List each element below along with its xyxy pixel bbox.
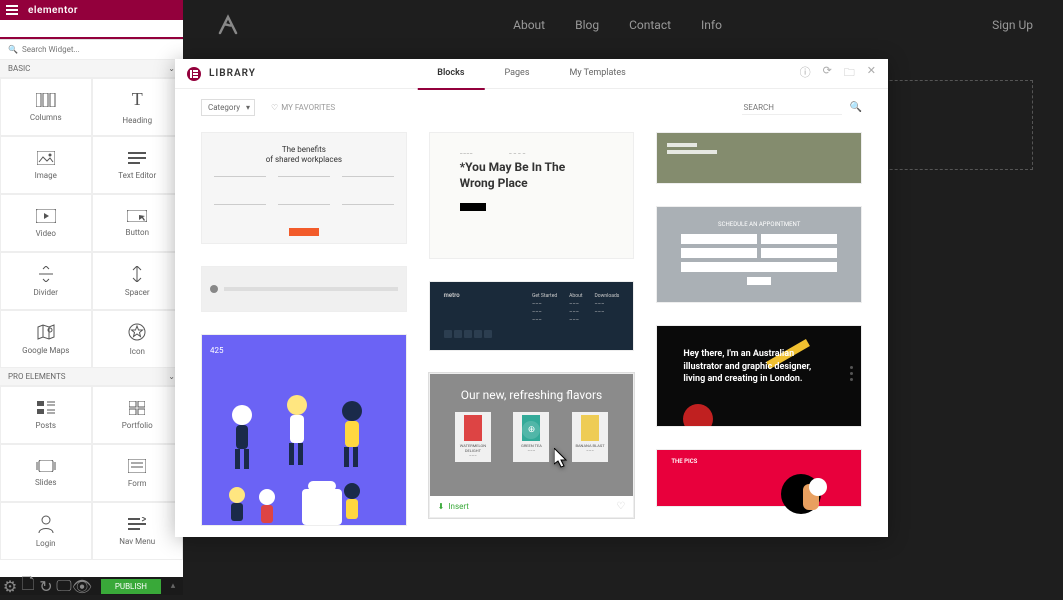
columns-icon [36, 93, 56, 107]
divider-icon [37, 266, 55, 282]
site-header: About Blog Contact Info Sign Up [183, 0, 1063, 50]
posts-icon [37, 401, 55, 415]
widget-form[interactable]: Form [92, 444, 184, 502]
widget-divider[interactable]: Divider [0, 252, 92, 310]
section-pro[interactable]: PRO ELEMENTS⌄ [0, 368, 183, 386]
template-card[interactable]: 425 [201, 334, 407, 526]
widget-slides[interactable]: Slides [0, 444, 92, 502]
template-card-hovered[interactable]: Our new, refreshing flavors WATERMELON D… [429, 373, 635, 518]
navigator-icon[interactable]: 🗋 [22, 580, 34, 592]
text-editor-icon [128, 151, 146, 165]
widget-icon[interactable]: Icon [92, 310, 184, 368]
button-icon [127, 210, 147, 222]
import-icon[interactable]: ⓘ [800, 64, 811, 83]
template-brand: metro [444, 292, 460, 324]
publish-button[interactable]: PUBLISH [101, 579, 161, 594]
map-icon [37, 324, 55, 340]
template-grid: The benefitsof shared workplaces [175, 126, 888, 537]
nav-about[interactable]: About [513, 18, 545, 32]
widget-login[interactable]: Login [0, 502, 92, 560]
preview-icon[interactable]: 👁 [76, 580, 88, 592]
template-card[interactable]: THE PICS [656, 449, 862, 507]
widget-posts[interactable]: Posts [0, 386, 92, 444]
category-select[interactable]: Category [201, 99, 255, 116]
widget-google-maps[interactable]: Google Maps [0, 310, 92, 368]
nav-menu-icon [128, 517, 146, 531]
widget-video[interactable]: Video [0, 194, 92, 252]
close-icon[interactable]: ✕ [867, 64, 876, 83]
magnify-icon: ⊕ [522, 421, 540, 439]
chevron-down-icon: ⌄ [168, 372, 175, 381]
widget-button[interactable]: Button [92, 194, 184, 252]
video-icon [36, 209, 56, 223]
library-title: LIBRARY [209, 68, 256, 79]
sync-icon[interactable]: ⟳ [823, 64, 832, 83]
widget-panel: BASIC⌄ Columns T Heading Image Text Edit… [0, 60, 183, 577]
spacer-icon [129, 266, 145, 282]
download-icon: ⬇ [438, 502, 445, 511]
tab-pages[interactable]: Pages [484, 58, 549, 90]
template-card[interactable]: –––– – – – – You May Be In TheWrong Plac… [429, 132, 635, 259]
favorites-button[interactable]: ♡MY FAVORITES [271, 103, 335, 112]
star-icon [128, 323, 146, 341]
template-actions: ⬇Insert ♡ [430, 496, 634, 517]
library-search-input[interactable] [742, 101, 842, 115]
search-icon: 🔍 [8, 45, 18, 54]
section-basic[interactable]: BASIC⌄ [0, 60, 183, 78]
site-logo[interactable] [213, 10, 243, 40]
template-card[interactable]: SCHEDULE AN APPOINTMENT [656, 206, 862, 303]
nav-contact[interactable]: Contact [629, 18, 671, 32]
template-text: Hey there, I'm an Australian illustrator… [683, 348, 835, 386]
image-icon [37, 151, 55, 165]
signup-link[interactable]: Sign Up [992, 18, 1033, 32]
widget-spacer[interactable]: Spacer [92, 252, 184, 310]
login-icon [38, 515, 54, 533]
template-text: THE PICS [671, 458, 847, 465]
menu-icon[interactable] [6, 5, 18, 15]
site-nav: About Blog Contact Info [513, 18, 722, 32]
template-title: The benefitsof shared workplaces [214, 145, 394, 166]
widget-portfolio[interactable]: Portfolio [92, 386, 184, 444]
publish-options-icon[interactable]: ▴ [167, 580, 179, 592]
elementor-logo-icon [187, 67, 201, 81]
settings-icon[interactable]: ⚙ [4, 580, 16, 592]
tab-my-templates[interactable]: My Templates [549, 58, 645, 90]
search-icon[interactable]: 🔍 [850, 102, 862, 113]
library-header: LIBRARY Blocks Pages My Templates ⓘ ⟳ 🗀 … [175, 59, 888, 89]
template-card[interactable]: metro Get Started–––––––––About–––––––––… [429, 281, 635, 351]
svg-text:425: 425 [210, 346, 224, 355]
form-icon [128, 459, 146, 473]
panel-footer: ⚙ 🗋 ↻ 🖵 👁 PUBLISH ▴ [0, 577, 183, 595]
widget-text-editor[interactable]: Text Editor [92, 136, 184, 194]
template-card[interactable] [201, 266, 407, 312]
template-title: SCHEDULE AN APPOINTMENT [718, 221, 800, 228]
portfolio-icon [129, 401, 145, 415]
template-card[interactable] [656, 132, 862, 184]
widget-nav-menu[interactable]: Nav Menu [92, 502, 184, 560]
history-icon[interactable]: ↻ [40, 580, 52, 592]
chevron-down-icon: ⌄ [168, 64, 175, 73]
nav-info[interactable]: Info [701, 18, 722, 32]
nav-blog[interactable]: Blog [575, 18, 599, 32]
template-card[interactable]: The benefitsof shared workplaces [201, 132, 407, 244]
library-modal: LIBRARY Blocks Pages My Templates ⓘ ⟳ 🗀 … [175, 59, 888, 537]
library-tabs: Blocks Pages My Templates [417, 58, 646, 90]
insert-button[interactable]: ⬇Insert [438, 502, 469, 511]
heart-icon: ♡ [271, 103, 278, 112]
favorite-button[interactable]: ♡ [616, 501, 625, 512]
template-card[interactable]: Hey there, I'm an Australian illustrator… [656, 325, 862, 427]
widget-image[interactable]: Image [0, 136, 92, 194]
widget-columns[interactable]: Columns [0, 78, 92, 136]
tab-blocks[interactable]: Blocks [417, 58, 484, 90]
widget-heading[interactable]: T Heading [92, 78, 184, 136]
template-title: Our new, refreshing flavors [444, 388, 620, 402]
responsive-icon[interactable]: 🖵 [58, 580, 70, 592]
library-filters: Category ♡MY FAVORITES 🔍 [175, 89, 888, 126]
slides-icon [36, 460, 56, 472]
elementor-logo-text: elementor [28, 5, 78, 16]
save-icon[interactable]: 🗀 [844, 64, 855, 83]
heading-icon: T [132, 89, 143, 110]
